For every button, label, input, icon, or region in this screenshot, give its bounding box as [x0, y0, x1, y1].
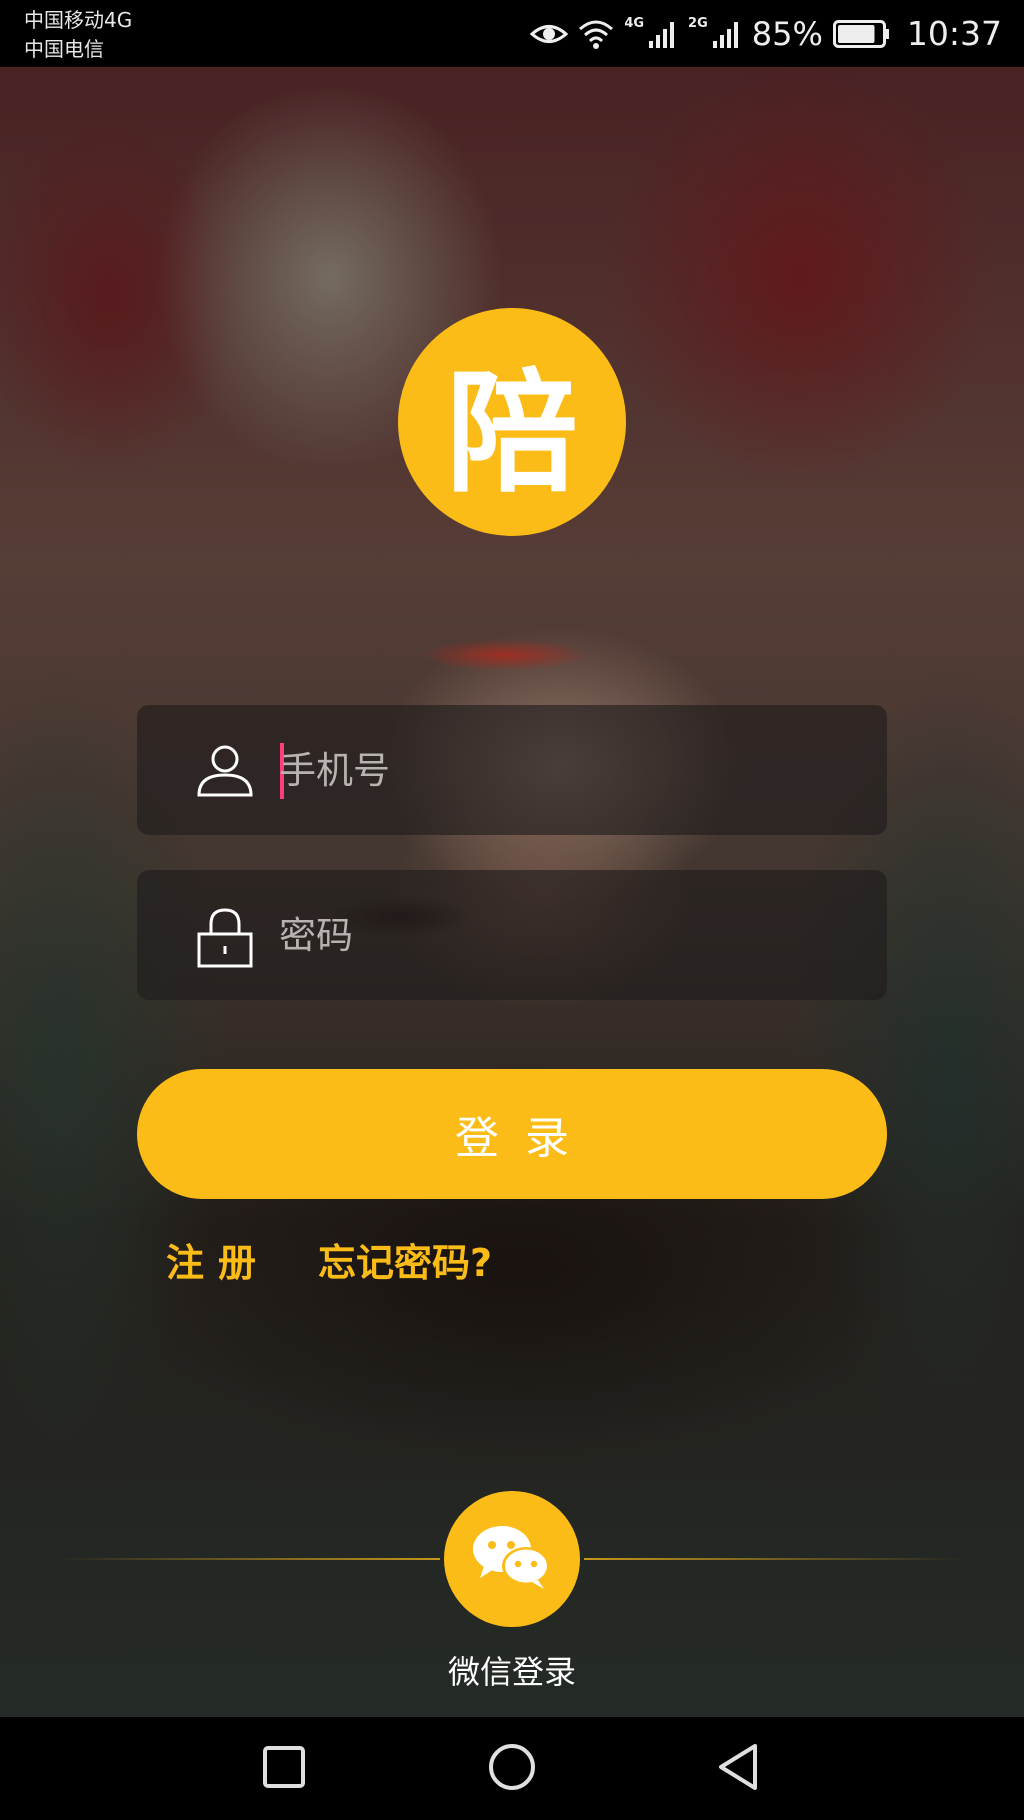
register-link[interactable]: 注册 — [166, 1232, 270, 1287]
circle-icon — [487, 1742, 537, 1796]
logo-text: 陪 — [446, 356, 578, 511]
wechat-login-label: 微信登录 — [447, 1653, 576, 1691]
user-icon — [193, 739, 257, 803]
signal-icon-2 — [712, 19, 742, 49]
login-screen: 中国移动4G 中国电信 4G 2G 85% 10:37 陪 手机号 登录 注册 … — [0, 0, 1024, 1820]
network-type-1: 4G — [624, 16, 645, 31]
divider-left — [60, 1558, 440, 1560]
eye-icon — [530, 19, 569, 49]
battery-percent: 85% — [751, 14, 823, 53]
back-button[interactable] — [708, 1739, 768, 1799]
recent-apps-button[interactable] — [254, 1739, 314, 1799]
square-icon — [262, 1745, 306, 1793]
wifi-icon — [578, 19, 614, 49]
wechat-icon — [470, 1522, 554, 1596]
battery-icon — [832, 19, 891, 48]
divider-right — [584, 1558, 964, 1560]
signal-icon-1 — [648, 19, 678, 49]
carrier-2: 中国电信 — [24, 37, 104, 61]
login-button[interactable]: 登录 — [137, 1069, 887, 1199]
status-icons: 4G 2G 85% 10:37 — [530, 0, 1002, 67]
lock-icon — [193, 904, 257, 968]
password-field[interactable] — [137, 870, 887, 1000]
network-type-2: 2G — [688, 16, 708, 31]
navigation-bar — [0, 1717, 1024, 1820]
password-input[interactable] — [279, 895, 859, 975]
carrier-info: 中国移动4G 中国电信 — [24, 6, 132, 64]
clock: 10:37 — [906, 14, 1002, 53]
wechat-login-button[interactable] — [444, 1491, 580, 1627]
forgot-password-link[interactable]: 忘记密码? — [318, 1232, 492, 1287]
status-bar: 中国移动4G 中国电信 4G 2G 85% 10:37 — [0, 0, 1024, 67]
home-button[interactable] — [482, 1739, 542, 1799]
phone-input[interactable] — [279, 730, 859, 810]
carrier-1: 中国移动4G — [24, 8, 133, 32]
app-logo: 陪 — [398, 308, 626, 536]
triangle-back-icon — [715, 1742, 761, 1796]
phone-field[interactable] — [137, 705, 887, 835]
